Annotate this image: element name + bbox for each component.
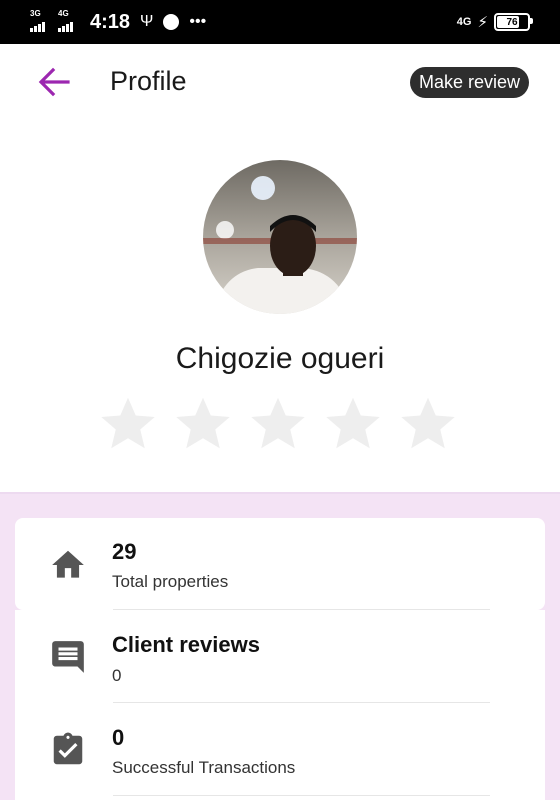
status-right: 4G ⚡ 76: [456, 0, 533, 44]
status-bar: 3G 4G 4:18 Ψ ••• 4G ⚡ 76: [0, 0, 560, 44]
star-icon[interactable]: [98, 394, 158, 454]
avatar: [203, 160, 357, 314]
more-notifications-icon: •••: [189, 13, 207, 30]
stat-card-reviews[interactable]: Client reviews 0: [15, 610, 545, 703]
stat-label: 0: [112, 666, 122, 685]
star-icon[interactable]: [248, 394, 308, 454]
battery-percent: 76: [506, 16, 518, 28]
stat-value: Client reviews: [112, 632, 260, 657]
network-4g-icon: 4G: [456, 16, 472, 28]
network-type-1: 3G: [30, 9, 41, 18]
usb-icon: Ψ: [140, 13, 154, 30]
stat-value: 29: [112, 539, 137, 564]
status-left: 3G 4G 4:18 Ψ •••: [30, 0, 206, 44]
status-time: 4:18: [90, 10, 131, 33]
clipboard-check-icon: [53, 732, 83, 765]
back-button[interactable]: [34, 62, 74, 102]
stat-card-transactions[interactable]: 0 Successful Transactions: [15, 703, 545, 800]
make-review-button[interactable]: Make review: [409, 67, 529, 98]
stat-label: Total properties: [112, 572, 229, 591]
card-divider: [113, 795, 490, 796]
stat-card-properties[interactable]: 29 Total properties: [15, 518, 545, 610]
page-title: Profile: [110, 66, 187, 96]
stats-section: 29 Total properties Client reviews 0 0 S…: [0, 494, 560, 800]
app-notification-icon: [163, 14, 180, 30]
star-icon[interactable]: [173, 394, 233, 454]
home-icon: [52, 550, 84, 578]
stat-value: 0: [112, 725, 125, 750]
app-bar: Profile Make review: [0, 44, 560, 124]
profile-name: Chigozie ogueri: [175, 342, 385, 375]
signal-icon: 3G: [30, 10, 52, 34]
signal-icon-2: 4G: [58, 10, 80, 34]
comment-icon: [52, 641, 84, 673]
rating-stars[interactable]: [98, 394, 458, 454]
charging-icon: ⚡: [477, 14, 488, 31]
stat-label: Successful Transactions: [112, 758, 296, 777]
battery-icon: 76: [494, 13, 533, 31]
star-icon[interactable]: [323, 394, 383, 454]
network-type-2: 4G: [58, 9, 69, 18]
star-icon[interactable]: [398, 394, 458, 454]
arrow-left-icon: [38, 67, 70, 97]
